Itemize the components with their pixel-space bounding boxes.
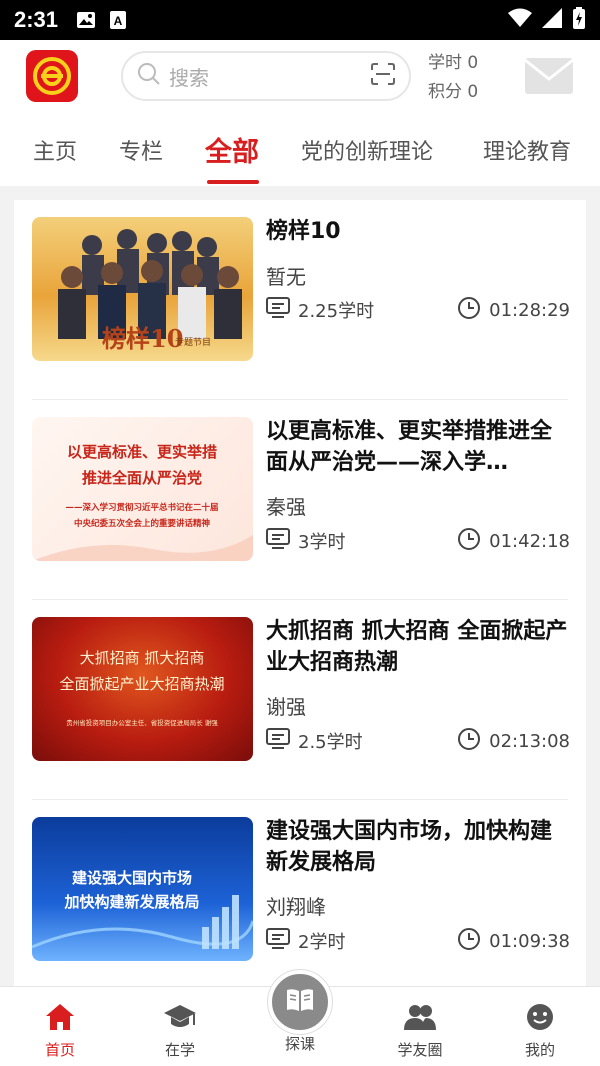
thumbnail-line-2: 加快构建新发展格局: [63, 893, 199, 911]
scan-icon[interactable]: [371, 63, 395, 89]
nav-mine-label: 我的: [524, 1041, 555, 1059]
course-hours: 2.25学时: [298, 301, 375, 322]
gallery-icon: [76, 10, 96, 30]
course-card[interactable]: 以更高标准、更实举措 推进全面从严治党 ——深入学习贯彻习近平总书记在二十届 中…: [14, 400, 586, 600]
app-logo[interactable]: [26, 50, 78, 102]
svg-text:A: A: [114, 14, 123, 28]
study-hours: 学时 0: [428, 53, 479, 73]
course-thumbnail: 榜样10 专题节目: [32, 217, 253, 361]
screen-icon: [266, 527, 290, 555]
tab-columns[interactable]: 专栏: [119, 134, 163, 166]
search-icon: [137, 62, 161, 90]
clock-icon: [457, 527, 481, 556]
tab-theory-education[interactable]: 理论教育: [483, 134, 571, 166]
clock-icon: [457, 296, 481, 325]
course-author: 秦强: [266, 495, 306, 519]
course-title[interactable]: 建设强大国内市场，加快构建新发展格局: [266, 816, 570, 878]
course-hours: 2.5学时: [298, 732, 363, 753]
thumbnail-title: 榜样10: [102, 324, 183, 353]
thumbnail-line-3: 贵州省投资项目办公室主任、省投资促进局局长 谢强: [66, 718, 218, 727]
course-title[interactable]: 以更高标准、更实举措推进全面从严治党——深入学…: [266, 416, 570, 478]
battery-icon: [572, 7, 586, 33]
course-card[interactable]: 榜样10 专题节目 榜样10 暂无 2.25学时 01:28:29: [14, 200, 586, 400]
course-duration: 01:28:29: [489, 299, 570, 321]
thumbnail-line-1: 大抓招商 抓大招商: [80, 649, 205, 667]
wifi-icon: [508, 8, 532, 32]
tab-party-theory[interactable]: 党的创新理论: [301, 134, 433, 166]
course-title[interactable]: 榜样10: [266, 216, 570, 247]
screen-icon: [266, 727, 290, 755]
course-meta: 2.25学时 01:28:29: [266, 296, 570, 325]
course-hours: 2学时: [298, 932, 346, 953]
course-meta: 2学时 01:09:38: [266, 927, 570, 956]
status-time: 2:31: [14, 7, 59, 32]
nav-explore[interactable]: 探课: [255, 1033, 345, 1054]
screen-icon: [266, 927, 290, 955]
status-bar: 2:31 A: [0, 0, 600, 40]
course-thumbnail: 以更高标准、更实举措 推进全面从严治党 ——深入学习贯彻习近平总书记在二十届 中…: [32, 417, 253, 561]
smiley-icon: [495, 1001, 585, 1033]
thumbnail-line-1: 以更高标准、更实举措: [67, 443, 217, 461]
thumbnail-line-1: 建设强大国内市场: [72, 869, 192, 887]
thumbnail-line-3: ——深入学习贯彻习近平总书记在二十届: [65, 502, 218, 513]
thumbnail-line-4: 中央纪委五次全会上的重要讲话精神: [74, 518, 211, 529]
nav-studying[interactable]: 在学: [135, 1001, 225, 1060]
active-tab-indicator: [207, 180, 259, 184]
clock-icon: [457, 927, 481, 956]
thumbnail-line-2: 全面掀起产业大招商热潮: [59, 675, 224, 693]
nav-friends-label: 学友圈: [397, 1041, 443, 1059]
nav-home[interactable]: 首页: [15, 1001, 105, 1060]
mail-icon[interactable]: [524, 57, 574, 95]
nav-explore-label: 探课: [284, 1035, 315, 1053]
course-card[interactable]: 大抓招商 抓大招商 全面掀起产业大招商热潮 贵州省投资项目办公室主任、省投资促进…: [14, 600, 586, 800]
graduation-cap-icon: [135, 1001, 225, 1033]
course-meta: 3学时 01:42:18: [266, 527, 570, 556]
nav-home-label: 首页: [44, 1041, 75, 1059]
home-icon: [15, 1001, 105, 1033]
course-author: 暂无: [266, 265, 306, 289]
course-duration: 02:13:08: [489, 730, 570, 752]
course-duration: 01:42:18: [489, 530, 570, 552]
tab-all[interactable]: 全部: [205, 130, 259, 169]
course-card[interactable]: 建设强大国内市场 加快构建新发展格局 建设强大国内市场，加快构建新发展格局 刘翔…: [14, 800, 586, 986]
book-icon: [285, 987, 315, 1017]
signal-icon: [542, 8, 562, 32]
course-title[interactable]: 大抓招商 抓大招商 全面掀起产业大招商热潮: [266, 616, 570, 678]
category-tabs: 主页 专栏 全部 党的创新理论 理论教育: [0, 124, 600, 186]
explore-center-button[interactable]: [268, 970, 332, 1034]
font-app-icon: A: [108, 10, 128, 30]
course-duration: 01:09:38: [489, 930, 570, 952]
thumbnail-line-2: 推进全面从严治党: [82, 469, 202, 487]
people-icon: [375, 1001, 465, 1033]
course-list[interactable]: 榜样10 专题节目 榜样10 暂无 2.25学时 01:28:29 以更高标准、…: [14, 200, 586, 986]
header: 搜索 学时 0 积分 0 主页 专栏 全部 党的创新理论 理论教育: [0, 40, 600, 186]
course-meta: 2.5学时 02:13:08: [266, 727, 570, 756]
search-bar[interactable]: 搜索: [121, 51, 411, 101]
tab-home[interactable]: 主页: [33, 134, 77, 166]
nav-studying-label: 在学: [164, 1041, 195, 1059]
points: 积分 0: [428, 82, 479, 102]
nav-mine[interactable]: 我的: [495, 1001, 585, 1060]
course-thumbnail: 大抓招商 抓大招商 全面掀起产业大招商热潮 贵州省投资项目办公室主任、省投资促进…: [32, 617, 253, 761]
search-input[interactable]: 搜索: [169, 62, 371, 91]
user-stats: 学时 0 积分 0: [428, 49, 478, 107]
course-author: 谢强: [266, 695, 306, 719]
course-author: 刘翔峰: [266, 895, 326, 919]
screen-icon: [266, 296, 290, 324]
nav-friends[interactable]: 学友圈: [375, 1001, 465, 1060]
course-hours: 3学时: [298, 532, 346, 553]
course-thumbnail: 建设强大国内市场 加快构建新发展格局: [32, 817, 253, 961]
clock-icon: [457, 727, 481, 756]
thumbnail-subtitle: 专题节目: [175, 336, 211, 348]
